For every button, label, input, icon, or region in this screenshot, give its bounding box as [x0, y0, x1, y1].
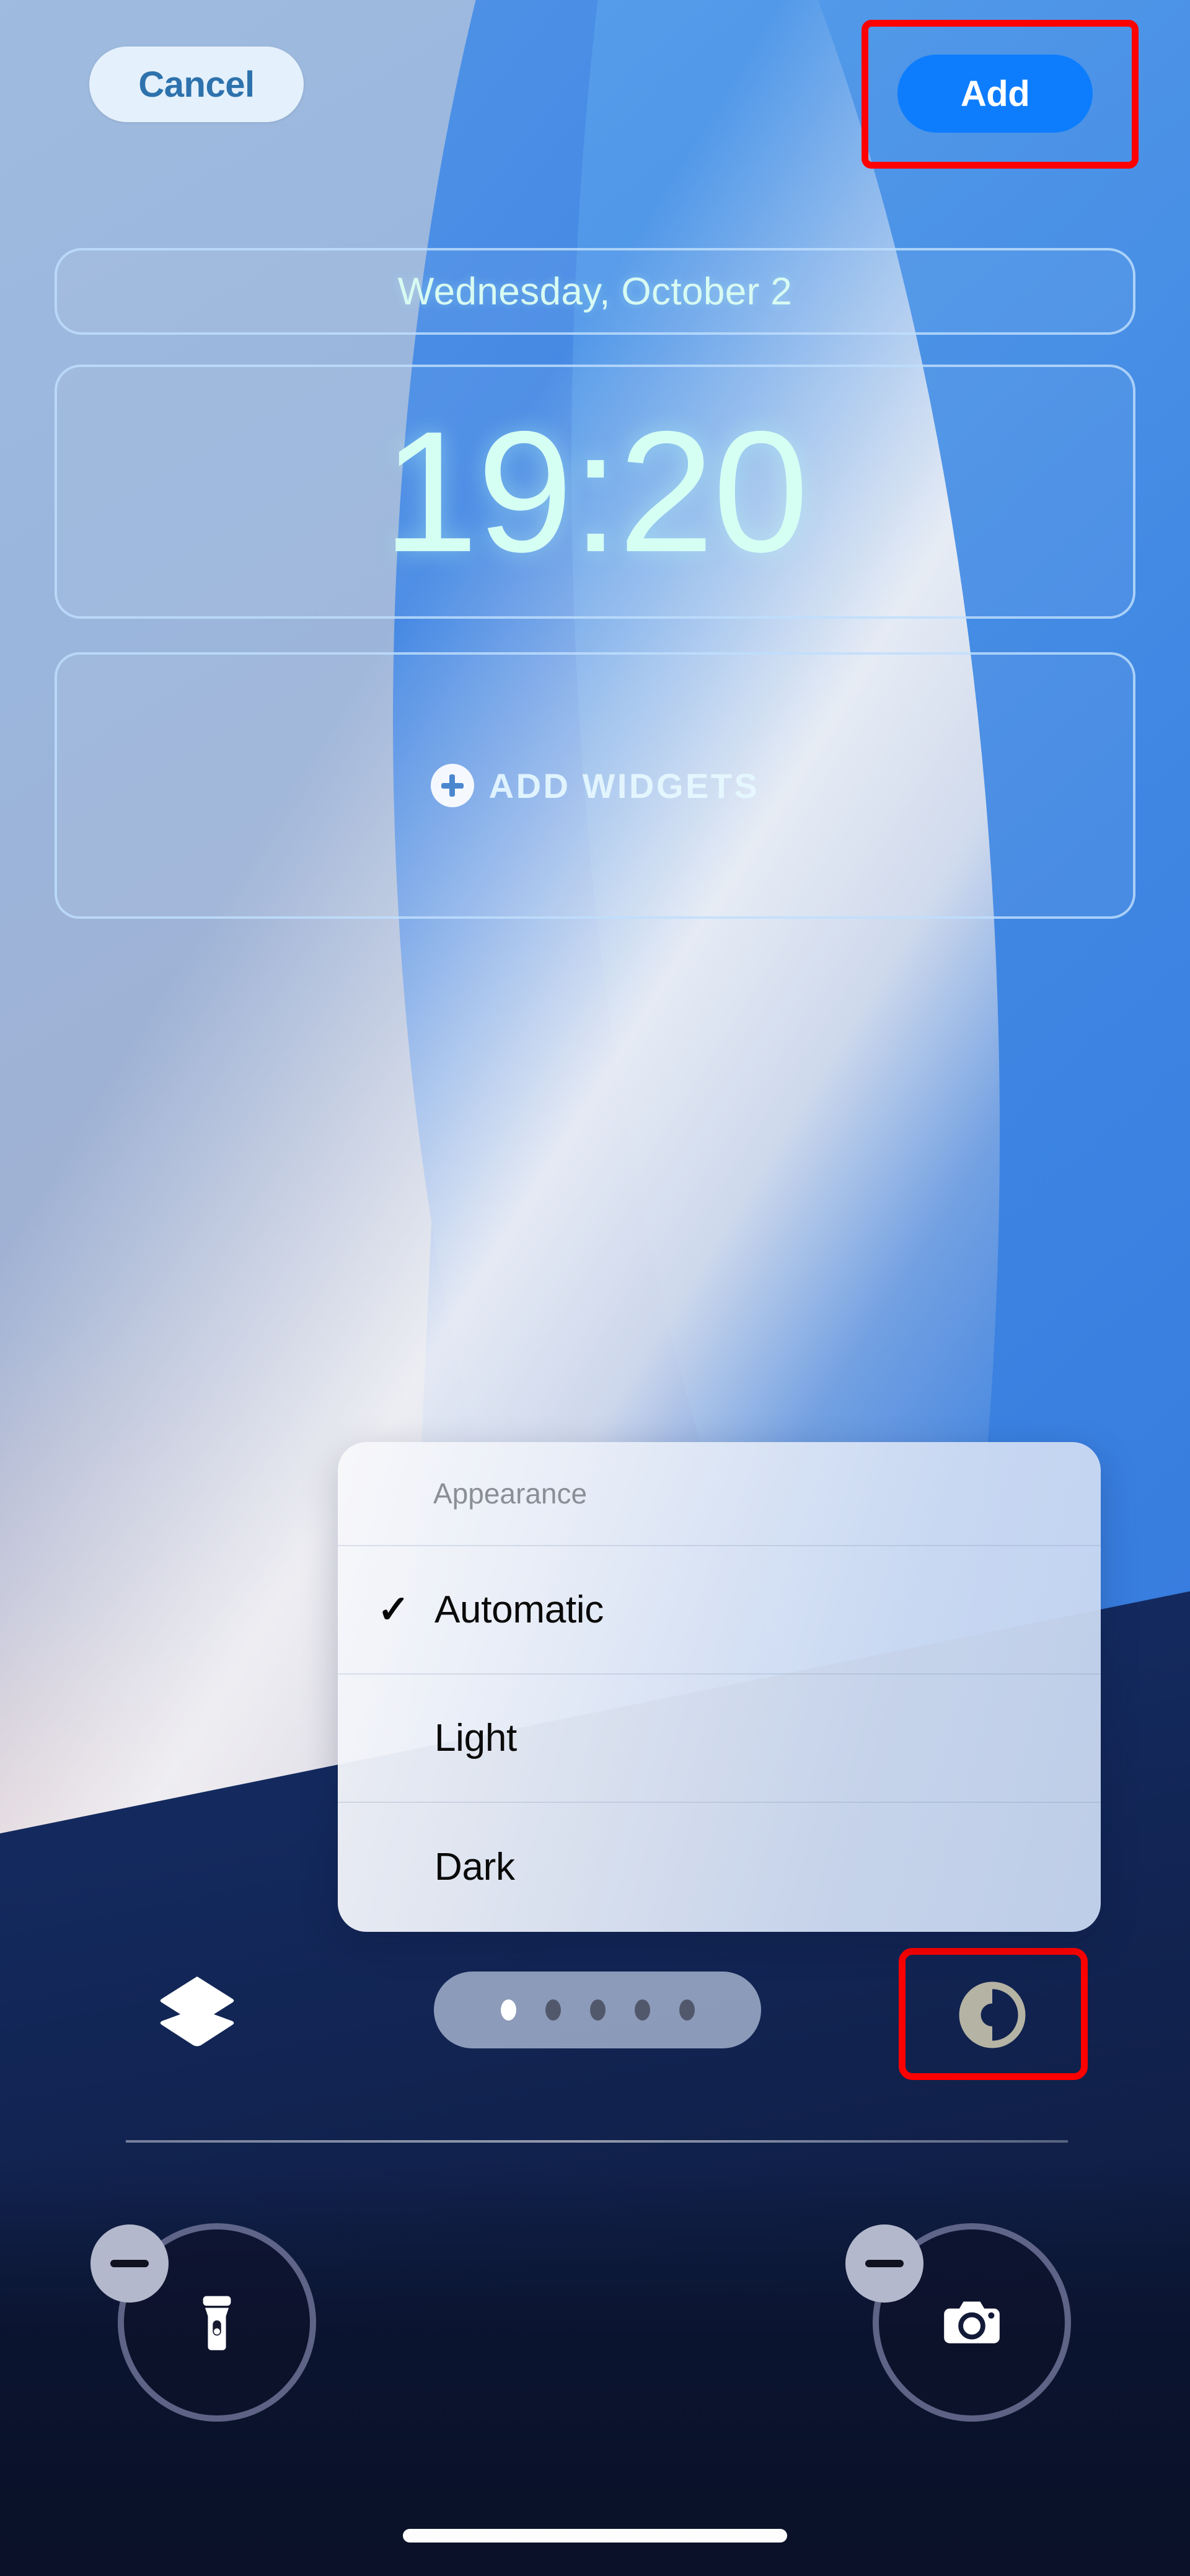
- page-dot-1[interactable]: [500, 1999, 516, 2021]
- add-widgets-slot[interactable]: ADD WIDGETS: [55, 652, 1135, 919]
- menu-item-dark[interactable]: Dark: [338, 1803, 1101, 1931]
- section-divider: [126, 2140, 1068, 2143]
- checkmark-icon: ✓: [377, 1588, 410, 1631]
- add-widgets-row: ADD WIDGETS: [430, 764, 760, 807]
- page-dot-2[interactable]: [545, 1999, 561, 2021]
- page-dot-5[interactable]: [679, 1999, 695, 2021]
- menu-item-light-label: Light: [434, 1717, 517, 1759]
- iphone-lock-screen-editor: Cancel Add Wednesday, October 2 19:20 AD…: [0, 0, 1190, 2576]
- editor-top-bar: Cancel Add: [0, 0, 1190, 186]
- layers-button[interactable]: [141, 1954, 253, 2066]
- add-button-label: Add: [960, 73, 1030, 114]
- editor-control-row: [0, 1941, 1190, 2089]
- add-widgets-label: ADD WIDGETS: [488, 766, 760, 805]
- minus-icon: [865, 2260, 904, 2267]
- menu-item-automatic[interactable]: ✓ Automatic: [338, 1546, 1101, 1675]
- flashlight-quick-action[interactable]: [90, 2223, 316, 2422]
- cancel-button-label: Cancel: [138, 64, 255, 105]
- date-widget-slot[interactable]: Wednesday, October 2: [55, 248, 1135, 335]
- menu-item-automatic-label: Automatic: [434, 1588, 604, 1631]
- flashlight-icon: [203, 2296, 231, 2350]
- remove-flashlight-badge[interactable]: [90, 2224, 169, 2303]
- page-dot-3[interactable]: [589, 1999, 606, 2021]
- home-indicator[interactable]: [403, 2529, 787, 2543]
- page-dots-pill[interactable]: [434, 1972, 761, 2048]
- page-dot-4[interactable]: [634, 1999, 650, 2021]
- time-text: 19:20: [382, 395, 809, 588]
- menu-item-dark-label: Dark: [434, 1846, 515, 1888]
- time-widget-slot[interactable]: 19:20: [55, 365, 1135, 619]
- contrast-circle-icon: [959, 1981, 1026, 2048]
- layers-icon: [160, 1976, 234, 2047]
- minus-icon: [110, 2260, 149, 2267]
- appearance-menu: Appearance ✓ Automatic Light Dark: [338, 1442, 1101, 1932]
- quick-action-row: [0, 2195, 1190, 2461]
- add-button[interactable]: Add: [897, 55, 1093, 133]
- remove-camera-badge[interactable]: [845, 2224, 923, 2303]
- cancel-button[interactable]: Cancel: [89, 46, 304, 122]
- plus-circle-icon: [430, 764, 474, 807]
- appearance-toggle-button[interactable]: [933, 1973, 1051, 2057]
- camera-quick-action[interactable]: [845, 2223, 1071, 2422]
- menu-item-light[interactable]: Light: [338, 1675, 1101, 1803]
- date-text: Wednesday, October 2: [397, 270, 793, 313]
- appearance-menu-header-label: Appearance: [433, 1477, 588, 1510]
- appearance-menu-header: Appearance: [338, 1442, 1101, 1546]
- camera-icon: [944, 2301, 1000, 2344]
